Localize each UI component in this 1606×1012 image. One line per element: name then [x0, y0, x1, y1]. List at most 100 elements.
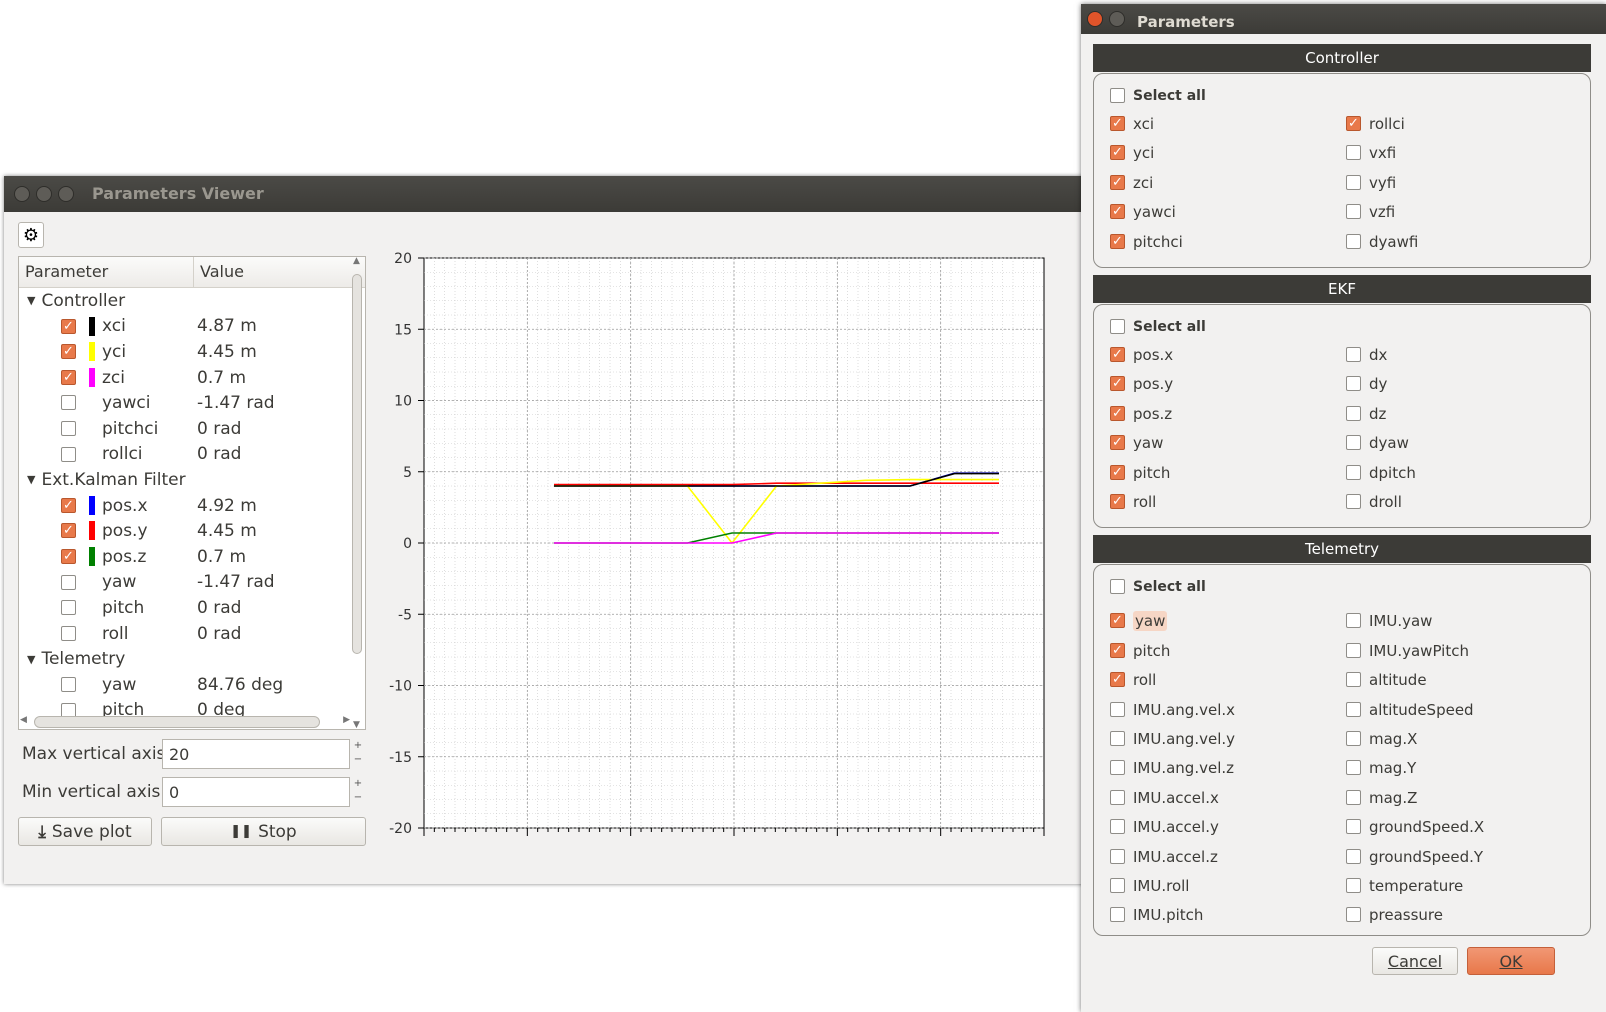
param-checkbox[interactable]: [61, 344, 76, 360]
option-checkbox[interactable]: [1110, 116, 1125, 131]
option-checkbox[interactable]: [1110, 174, 1125, 190]
tree-vertical-scrollbar[interactable]: ▲ ▼: [350, 256, 364, 730]
param-checkbox[interactable]: [61, 676, 76, 692]
stop-button[interactable]: ❚❚ Stop: [161, 817, 366, 846]
tree-group-row[interactable]: ▼ Controller: [19, 288, 365, 314]
option-checkbox[interactable]: [1346, 464, 1361, 480]
option-checkbox[interactable]: [1110, 204, 1125, 220]
option-checkbox[interactable]: [1110, 613, 1125, 629]
option-checkbox[interactable]: [1110, 494, 1125, 509]
option-checkbox[interactable]: [1110, 672, 1125, 688]
scroll-right-icon[interactable]: ▶: [343, 715, 350, 725]
tree-group-row[interactable]: ▼ Telemetry: [19, 646, 365, 672]
option-checkbox[interactable]: [1346, 435, 1361, 451]
option-checkbox[interactable]: [1346, 405, 1361, 421]
maximize-icon[interactable]: [58, 186, 74, 202]
tree-param-row[interactable]: pos.x 4.92 m: [19, 493, 365, 519]
tree-param-row[interactable]: pitch 0 rad: [19, 595, 365, 621]
scroll-thumb[interactable]: [352, 274, 362, 654]
param-checkbox[interactable]: [61, 318, 76, 334]
option-checkbox[interactable]: [1346, 613, 1361, 629]
select-all-box[interactable]: [1110, 579, 1125, 595]
scroll-left-icon[interactable]: ◀: [20, 715, 27, 725]
tree-param-row[interactable]: rollci 0 rad: [19, 442, 365, 468]
option-checkbox[interactable]: [1346, 116, 1361, 131]
collapse-arrow-icon[interactable]: ▼: [27, 294, 35, 307]
option-checkbox[interactable]: [1110, 789, 1125, 805]
tree-param-row[interactable]: pos.z 0.7 m: [19, 544, 365, 570]
option-checkbox[interactable]: [1110, 877, 1125, 893]
option-checkbox[interactable]: [1110, 642, 1125, 658]
minimize-icon[interactable]: [36, 186, 52, 202]
tree-param-row[interactable]: pitchci 0 rad: [19, 416, 365, 442]
option-checkbox[interactable]: [1346, 789, 1361, 805]
minimize-icon[interactable]: [1109, 11, 1125, 27]
option-checkbox[interactable]: [1110, 760, 1125, 776]
option-checkbox[interactable]: [1346, 642, 1361, 658]
param-checkbox[interactable]: [61, 548, 76, 564]
option-checkbox[interactable]: [1110, 347, 1125, 362]
param-checkbox[interactable]: [61, 600, 76, 616]
option-checkbox[interactable]: [1346, 730, 1361, 746]
tree-param-row[interactable]: zci 0.7 m: [19, 365, 365, 391]
option-checkbox[interactable]: [1346, 347, 1361, 362]
option-checkbox[interactable]: [1346, 174, 1361, 190]
viewer-titlebar[interactable]: Parameters Viewer: [4, 176, 1096, 212]
close-icon[interactable]: [1087, 11, 1103, 27]
option-checkbox[interactable]: [1110, 464, 1125, 480]
scroll-down-icon[interactable]: ▼: [353, 720, 360, 730]
param-checkbox[interactable]: [61, 625, 76, 641]
parameter-tree[interactable]: Parameter Value ▼ Controller xci 4.87 m yci 4…: [18, 256, 366, 730]
column-header-parameter[interactable]: Parameter: [19, 257, 194, 287]
option-checkbox[interactable]: [1346, 233, 1361, 249]
option-checkbox[interactable]: [1346, 848, 1361, 864]
option-checkbox[interactable]: [1346, 701, 1361, 717]
option-checkbox[interactable]: [1110, 435, 1125, 451]
max-axis-input[interactable]: 20: [162, 739, 350, 769]
option-checkbox[interactable]: [1346, 907, 1361, 923]
dialog-titlebar[interactable]: Parameters: [1081, 4, 1606, 34]
option-checkbox[interactable]: [1346, 760, 1361, 776]
option-checkbox[interactable]: [1346, 877, 1361, 893]
option-checkbox[interactable]: [1110, 907, 1125, 923]
tree-horizontal-scrollbar[interactable]: ◀ ▶: [18, 714, 352, 730]
min-axis-stepper[interactable]: + −: [350, 777, 366, 807]
select-all-box[interactable]: [1110, 319, 1125, 334]
param-checkbox[interactable]: [61, 497, 76, 513]
option-checkbox[interactable]: [1346, 145, 1361, 161]
param-checkbox[interactable]: [61, 369, 76, 385]
tree-param-row[interactable]: yaw -1.47 rad: [19, 570, 365, 596]
tree-param-row[interactable]: roll 0 rad: [19, 621, 365, 647]
option-checkbox[interactable]: [1110, 730, 1125, 746]
tree-param-row[interactable]: yci 4.45 m: [19, 339, 365, 365]
option-checkbox[interactable]: [1110, 376, 1125, 392]
save-plot-button[interactable]: ⤓ Save plot: [18, 817, 152, 846]
param-checkbox[interactable]: [61, 574, 76, 590]
tree-param-row[interactable]: yaw 84.76 deg: [19, 672, 365, 698]
param-checkbox[interactable]: [61, 523, 76, 539]
scroll-up-icon[interactable]: ▲: [353, 256, 360, 266]
option-checkbox[interactable]: [1346, 376, 1361, 392]
param-checkbox[interactable]: [61, 420, 76, 436]
option-checkbox[interactable]: [1110, 701, 1125, 717]
option-checkbox[interactable]: [1110, 145, 1125, 161]
option-checkbox[interactable]: [1346, 494, 1361, 509]
param-checkbox[interactable]: [61, 395, 76, 411]
option-checkbox[interactable]: [1110, 848, 1125, 864]
option-checkbox[interactable]: [1346, 819, 1361, 835]
tree-param-row[interactable]: xci 4.87 m: [19, 314, 365, 340]
close-icon[interactable]: [14, 186, 30, 202]
param-checkbox[interactable]: [61, 446, 76, 462]
collapse-arrow-icon[interactable]: ▼: [27, 473, 35, 486]
max-axis-stepper[interactable]: + −: [350, 739, 366, 769]
min-axis-input[interactable]: 0: [162, 777, 350, 807]
cancel-button[interactable]: Cancel: [1372, 947, 1458, 975]
scroll-thumb-horizontal[interactable]: [34, 716, 320, 728]
option-checkbox[interactable]: [1110, 819, 1125, 835]
tree-param-row[interactable]: yawci -1.47 rad: [19, 390, 365, 416]
settings-button[interactable]: ⚙: [18, 222, 44, 248]
option-checkbox[interactable]: [1110, 233, 1125, 249]
ok-button[interactable]: OK: [1467, 947, 1555, 975]
column-header-value[interactable]: Value: [194, 257, 250, 287]
option-checkbox[interactable]: [1346, 204, 1361, 220]
